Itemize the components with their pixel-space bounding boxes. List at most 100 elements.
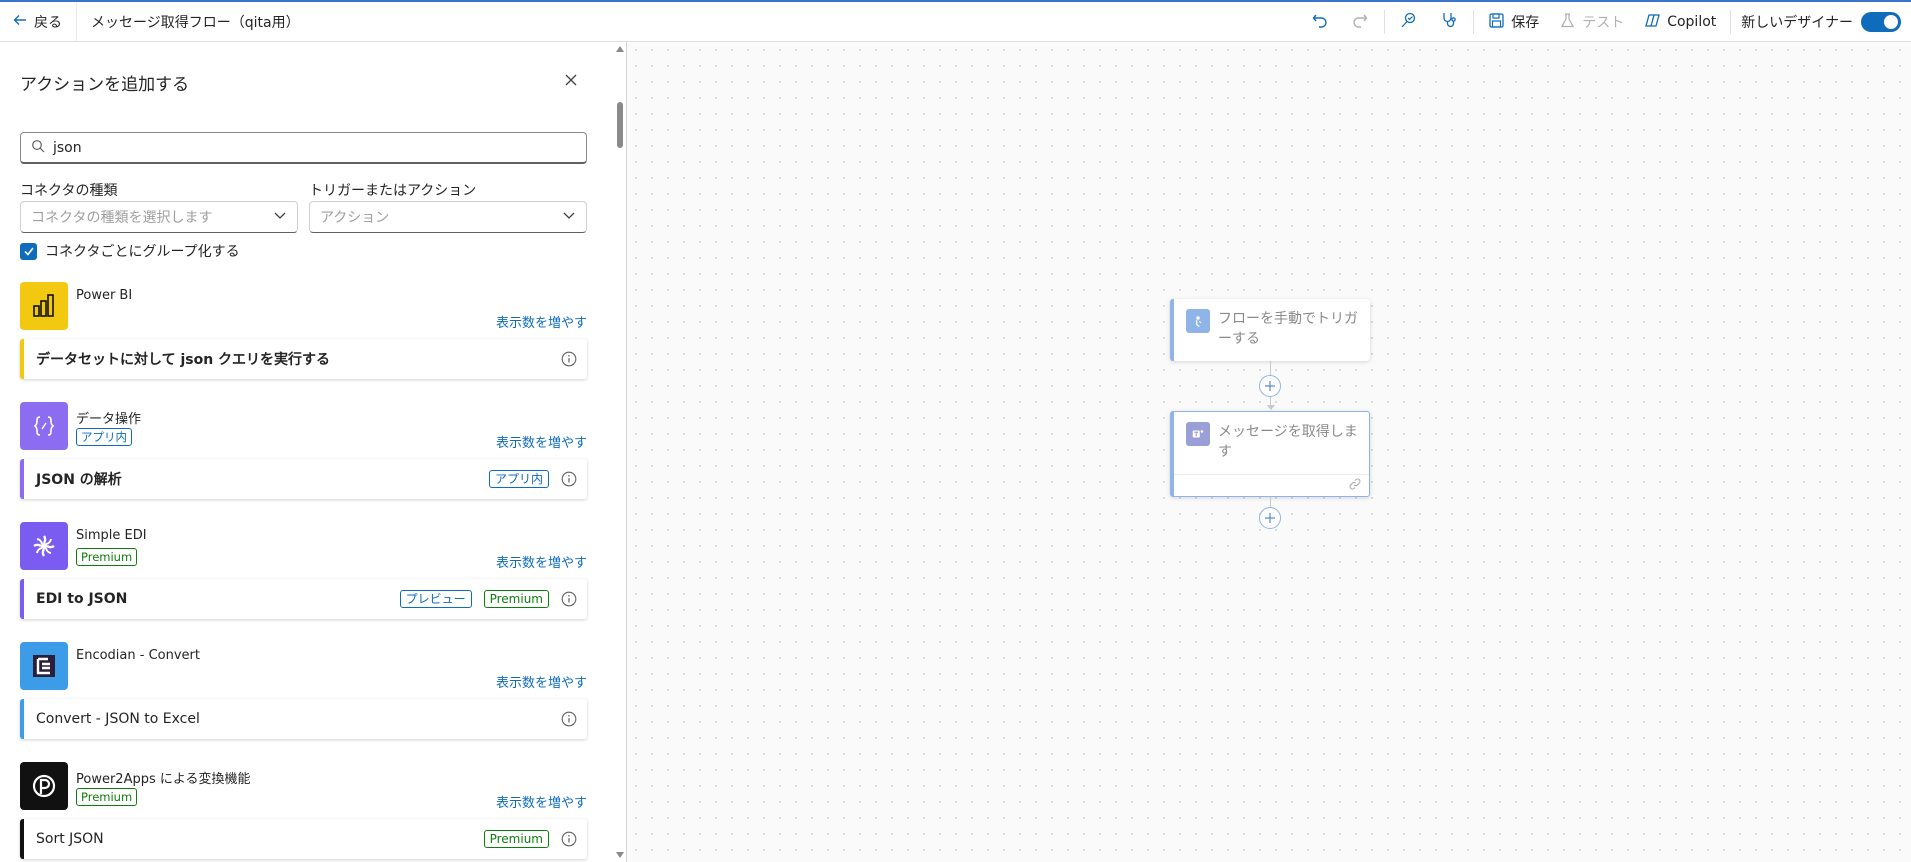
toolbar-divider bbox=[1384, 10, 1386, 34]
encodian-icon bbox=[20, 642, 68, 690]
undo-icon bbox=[1311, 11, 1329, 33]
redo-icon bbox=[1351, 11, 1369, 33]
connector-name: Power BI bbox=[76, 288, 133, 303]
show-more-link[interactable]: 表示数を増やす bbox=[496, 792, 587, 811]
test-button[interactable]: テスト bbox=[1549, 2, 1634, 42]
action-meta: プレビュー Premium bbox=[399, 579, 577, 619]
arrow-left-icon bbox=[12, 12, 28, 32]
connector-name: Simple EDI bbox=[76, 528, 147, 543]
new-designer-switch: 新しいデザイナー bbox=[1735, 12, 1911, 32]
scroll-thumb[interactable] bbox=[617, 102, 623, 148]
in-app-badge: アプリ内 bbox=[488, 470, 549, 488]
premium-badge: Premium bbox=[76, 548, 138, 566]
connector-type-placeholder: コネクタの種類を選択します bbox=[31, 210, 213, 226]
search-input[interactable]: json bbox=[20, 132, 587, 164]
save-label: 保存 bbox=[1511, 15, 1540, 31]
save-icon bbox=[1488, 12, 1505, 33]
premium-badge: Premium bbox=[483, 590, 549, 608]
link-icon bbox=[1349, 478, 1361, 490]
action-item[interactable]: データセットに対して json クエリを実行する bbox=[20, 339, 587, 379]
copilot-button[interactable]: Copilot bbox=[1634, 2, 1726, 42]
chevron-down-icon bbox=[562, 208, 576, 226]
action-meta: アプリ内 bbox=[488, 459, 577, 499]
redo-button[interactable] bbox=[1340, 2, 1380, 42]
add-action-panel: アクションを追加する json コネクタの種類 コネクタの種類を選択します トリ… bbox=[0, 42, 627, 862]
scroll-up-arrow[interactable] bbox=[616, 46, 624, 52]
new-designer-label: 新しいデザイナー bbox=[1741, 15, 1853, 31]
chevron-down-icon bbox=[273, 208, 287, 226]
copilot-icon bbox=[1644, 12, 1661, 33]
flow-title: メッセージ取得フロー（qita用） bbox=[91, 14, 300, 31]
connector-name: Encodian - Convert bbox=[76, 648, 200, 663]
checkmark-icon bbox=[23, 247, 34, 256]
action-meta bbox=[561, 699, 577, 739]
info-icon[interactable] bbox=[561, 471, 577, 487]
back-label: 戻る bbox=[34, 14, 62, 31]
back-button[interactable]: 戻る bbox=[0, 2, 77, 41]
action-meta: Premium bbox=[483, 819, 577, 859]
action-item[interactable]: JSON の解析 アプリ内 bbox=[20, 459, 587, 499]
close-button[interactable] bbox=[561, 70, 581, 90]
search-icon bbox=[31, 139, 45, 157]
search-value: json bbox=[53, 139, 82, 156]
show-more-link[interactable]: 表示数を増やす bbox=[496, 552, 587, 571]
panel-scrollbar[interactable] bbox=[613, 42, 626, 862]
in-app-badge: アプリ内 bbox=[76, 428, 132, 446]
connector-group: Power BI 表示数を増やす データセットに対して json クエリを実行す… bbox=[20, 282, 587, 382]
connector-group: Simple EDI Premium 表示数を増やす EDI to JSON プ… bbox=[20, 522, 587, 622]
flow-canvas[interactable]: フローを手動でトリガーする メッセージを取得します bbox=[628, 42, 1911, 862]
premium-badge: Premium bbox=[76, 788, 138, 806]
scroll-down-arrow[interactable] bbox=[616, 852, 624, 858]
trigger-action-placeholder: アクション bbox=[320, 210, 390, 226]
flow-checker-button[interactable] bbox=[1389, 2, 1429, 42]
group-by-connector-checkbox[interactable] bbox=[20, 242, 37, 260]
show-more-link[interactable]: 表示数を増やす bbox=[496, 672, 587, 691]
connector-line bbox=[1270, 497, 1271, 507]
group-by-connector-label: コネクタごとにグループ化する bbox=[45, 244, 240, 260]
new-designer-toggle[interactable] bbox=[1861, 12, 1901, 32]
panel-title: アクションを追加する bbox=[20, 75, 190, 95]
connector-name: データ操作 bbox=[76, 412, 142, 427]
connector-arrow-icon bbox=[1267, 405, 1275, 410]
info-icon[interactable] bbox=[561, 711, 577, 727]
save-button[interactable]: 保存 bbox=[1478, 2, 1549, 42]
show-more-link[interactable]: 表示数を増やす bbox=[496, 312, 587, 331]
connector-type-label: コネクタの種類 bbox=[20, 183, 118, 199]
add-step-button[interactable] bbox=[1259, 507, 1281, 529]
connector-group: データ操作 アプリ内 表示数を増やす JSON の解析 アプリ内 bbox=[20, 402, 587, 502]
undo-button[interactable] bbox=[1300, 2, 1340, 42]
info-icon[interactable] bbox=[561, 591, 577, 607]
action-label: JSON の解析 bbox=[36, 472, 122, 488]
info-icon[interactable] bbox=[561, 351, 577, 367]
test-label: テスト bbox=[1582, 15, 1625, 31]
power2apps-icon bbox=[20, 762, 68, 810]
trigger-node[interactable]: フローを手動でトリガーする bbox=[1170, 299, 1370, 361]
get-messages-node[interactable]: メッセージを取得します bbox=[1170, 411, 1370, 497]
connector-group: Encodian - Convert 表示数を増やす Convert - JSO… bbox=[20, 642, 587, 742]
plus-icon bbox=[1265, 381, 1275, 391]
action-item[interactable]: Convert - JSON to Excel bbox=[20, 699, 587, 739]
plus-icon bbox=[1265, 513, 1275, 523]
insert-step-button[interactable] bbox=[1259, 375, 1281, 397]
top-bar: 戻る メッセージ取得フロー（qita用） 保存 テスト Copilot 新しいデ… bbox=[0, 0, 1911, 42]
connector-type-dropdown[interactable]: コネクタの種類を選択します bbox=[20, 201, 298, 233]
action-meta bbox=[561, 339, 577, 379]
group-by-connector: コネクタごとにグループ化する bbox=[20, 241, 240, 261]
data-operation-icon bbox=[20, 402, 68, 450]
diagnostics-button[interactable] bbox=[1429, 2, 1469, 42]
trigger-action-dropdown[interactable]: アクション bbox=[309, 201, 587, 233]
action-item[interactable]: Sort JSON Premium bbox=[20, 819, 587, 859]
teams-icon bbox=[1186, 422, 1210, 446]
connector-name: Power2Apps による変換機能 bbox=[76, 772, 251, 787]
action-label: データセットに対して json クエリを実行する bbox=[36, 352, 331, 368]
action-label: EDI to JSON bbox=[36, 591, 128, 607]
stethoscope-icon bbox=[1440, 11, 1458, 33]
info-icon[interactable] bbox=[561, 831, 577, 847]
show-more-link[interactable]: 表示数を増やす bbox=[496, 432, 587, 451]
action-item[interactable]: EDI to JSON プレビュー Premium bbox=[20, 579, 587, 619]
power-bi-icon bbox=[20, 282, 68, 330]
copilot-label: Copilot bbox=[1667, 14, 1717, 30]
action-label: Sort JSON bbox=[36, 831, 104, 847]
toolbar: 保存 テスト Copilot 新しいデザイナー bbox=[1300, 2, 1911, 42]
trigger-action-label: トリガーまたはアクション bbox=[309, 183, 477, 199]
